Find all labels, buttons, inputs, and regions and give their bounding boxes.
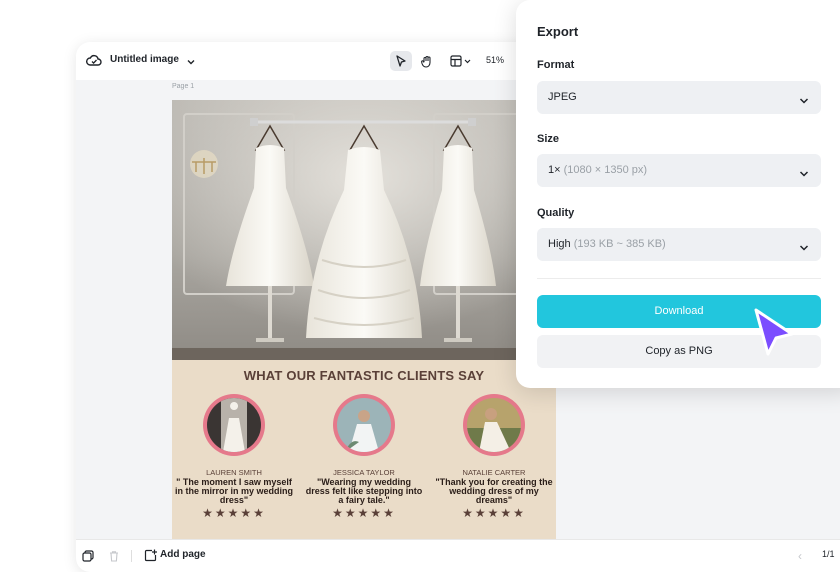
- size-detail: (1080 × 1350 px): [563, 164, 648, 176]
- format-value: JPEG: [548, 91, 577, 103]
- wedding-dresses-photo: [172, 100, 556, 360]
- quality-detail: (193 KB ~ 385 KB): [573, 238, 666, 250]
- page-label: Page 1: [172, 83, 195, 90]
- quality-label: Quality: [537, 207, 575, 219]
- page-count: 1/1: [822, 549, 835, 559]
- quality-value: High: [548, 238, 571, 250]
- avatar: [463, 394, 525, 456]
- divider: [537, 278, 821, 279]
- design-canvas[interactable]: WHAT OUR FANTASTIC CLIENTS SAY LAUREN SM…: [172, 100, 556, 540]
- client-quote: "Thank you for creating the wedding dres…: [435, 477, 553, 505]
- cloud-icon[interactable]: [86, 54, 102, 68]
- client-card: NATALIE CARTER "Thank you for creating t…: [434, 394, 554, 520]
- document-title[interactable]: Untitled image: [110, 54, 179, 65]
- rating-stars: ★★★★★: [332, 506, 396, 520]
- previous-page-button[interactable]: ‹: [798, 549, 802, 563]
- avatar: [333, 394, 395, 456]
- layers-icon[interactable]: [82, 549, 94, 562]
- format-select[interactable]: JPEG: [537, 81, 821, 114]
- quality-select[interactable]: High (193 KB ~ 385 KB): [537, 228, 821, 261]
- client-card: JESSICA TAYLOR "Wearing my wedding dress…: [304, 394, 424, 520]
- avatar: [203, 394, 265, 456]
- editor-bottom-bar: Add page ‹ 1/1: [76, 539, 840, 572]
- zoom-level[interactable]: 51%: [486, 55, 504, 65]
- pointer-icon[interactable]: [390, 51, 412, 71]
- divider: [131, 550, 132, 562]
- layout-icon[interactable]: [446, 51, 476, 71]
- mouse-cursor-icon: [754, 308, 794, 356]
- client-name: NATALIE CARTER: [462, 468, 526, 477]
- rating-stars: ★★★★★: [202, 506, 266, 520]
- chevron-down-icon[interactable]: [186, 54, 196, 65]
- client-name: LAUREN SMITH: [206, 468, 262, 477]
- format-label: Format: [537, 59, 575, 71]
- client-name: JESSICA TAYLOR: [333, 468, 395, 477]
- client-quote: " The moment I saw myself in the mirror …: [174, 477, 293, 505]
- add-page-button[interactable]: Add page: [160, 549, 206, 560]
- chevron-down-icon: [799, 93, 809, 104]
- rating-stars: ★★★★★: [462, 506, 526, 520]
- client-card: LAUREN SMITH " The moment I saw myself i…: [174, 394, 294, 520]
- chevron-down-icon: [799, 240, 809, 251]
- hand-icon[interactable]: [416, 51, 438, 71]
- client-quote: "Wearing my wedding dress felt like step…: [305, 477, 423, 505]
- export-title: Export: [537, 24, 579, 39]
- size-value: 1×: [548, 164, 561, 176]
- trash-icon: [108, 549, 120, 562]
- add-page-icon[interactable]: [144, 549, 157, 562]
- size-label: Size: [537, 133, 560, 145]
- design-headline: WHAT OUR FANTASTIC CLIENTS SAY: [243, 368, 485, 383]
- size-select[interactable]: 1× (1080 × 1350 px): [537, 154, 821, 187]
- chevron-down-icon: [799, 166, 809, 177]
